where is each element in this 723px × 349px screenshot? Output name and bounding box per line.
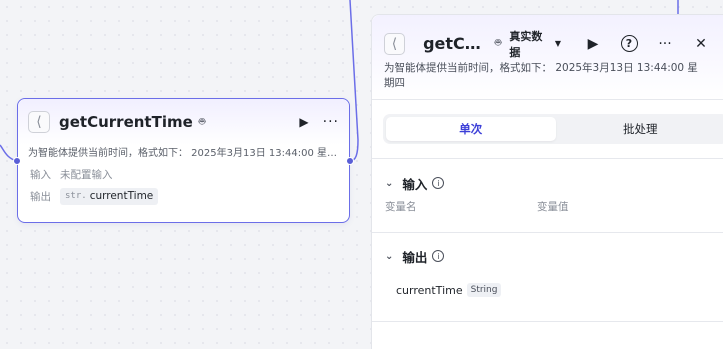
tool-icon: ⟨ bbox=[28, 111, 50, 133]
tool-icon: ⟨ bbox=[384, 32, 406, 55]
node-description: 为智能体提供当前时间，格式如下： 2025年3月13日 13:44:00 星期四 bbox=[28, 148, 347, 159]
workflow-node-getcurrenttime[interactable]: ⟨ getCurrentTime 🤖︎ ▶ ··· 为智能体提供当前时间，格式如… bbox=[17, 98, 350, 223]
tab-batch[interactable]: 批处理 bbox=[556, 117, 723, 141]
panel-description: 为智能体提供当前时间，格式如下： 2025年3月13日 13:44:00 星期四 bbox=[384, 62, 698, 89]
output-section-title: 输出 bbox=[402, 249, 428, 265]
node-input-row: 输入 未配置输入 bbox=[18, 163, 349, 185]
data-source-label: 真实数据 bbox=[509, 29, 543, 59]
column-variable-value: 变量值 bbox=[537, 201, 569, 213]
run-mode-tabs: 单次 批处理 bbox=[383, 114, 723, 144]
tab-single[interactable]: 单次 bbox=[386, 117, 556, 141]
input-section-title: 输入 bbox=[402, 176, 428, 192]
output-section-header[interactable]: ⌄ 输出 i bbox=[372, 245, 723, 267]
more-options-button[interactable]: ··· bbox=[323, 114, 339, 130]
close-button[interactable]: ✕ bbox=[683, 36, 719, 52]
panel-title: getC… bbox=[423, 34, 481, 53]
robot-icon: 🤖︎ bbox=[198, 114, 206, 128]
output-variable-tag: str. currentTime bbox=[60, 187, 159, 205]
input-section-header[interactable]: ⌄ 输入 i bbox=[372, 172, 723, 194]
input-label: 输入 bbox=[30, 168, 51, 181]
help-button[interactable]: ? bbox=[611, 35, 647, 52]
output-variable-name: currentTime bbox=[396, 283, 463, 297]
node-header: ⟨ getCurrentTime 🤖︎ ▶ ··· bbox=[18, 99, 349, 145]
panel-header: ⟨ getC… 🤖︎ 真实数据 ▼ ▶ ? ··· ✕ bbox=[372, 15, 723, 61]
input-port[interactable] bbox=[13, 157, 21, 165]
chevron-down-icon: ⌄ bbox=[385, 177, 394, 189]
node-output-row: 输出 str. currentTime bbox=[18, 185, 349, 207]
output-label: 输出 bbox=[30, 190, 51, 203]
output-type: str. bbox=[65, 191, 87, 201]
output-variable-row: currentTime String bbox=[372, 283, 723, 297]
output-name: currentTime bbox=[89, 190, 154, 202]
run-node-button[interactable]: ▶ bbox=[299, 115, 308, 129]
info-icon: i bbox=[432, 250, 445, 262]
info-icon: i bbox=[432, 177, 445, 189]
run-button[interactable]: ▶ bbox=[575, 36, 611, 52]
output-port[interactable] bbox=[346, 157, 354, 165]
outgoing-edge bbox=[349, 0, 359, 162]
chevron-down-icon: ⌄ bbox=[385, 250, 394, 262]
caret-down-icon: ▼ bbox=[554, 39, 561, 48]
data-source-select[interactable]: 真实数据 ▼ bbox=[509, 28, 561, 60]
robot-icon: 🤖︎ bbox=[494, 36, 502, 49]
help-icon: ? bbox=[620, 35, 638, 52]
column-variable-name: 变量名 bbox=[385, 201, 417, 213]
input-value: 未配置输入 bbox=[60, 168, 113, 181]
input-column-headers: 变量名 变量值 bbox=[372, 199, 723, 214]
node-detail-panel: ⟨ getC… 🤖︎ 真实数据 ▼ ▶ ? ··· ✕ 为智能体提供当前时间，格… bbox=[371, 14, 723, 349]
more-options-button[interactable]: ··· bbox=[647, 36, 683, 52]
node-title: getCurrentTime bbox=[59, 113, 193, 131]
output-type-tag: String bbox=[466, 283, 502, 297]
